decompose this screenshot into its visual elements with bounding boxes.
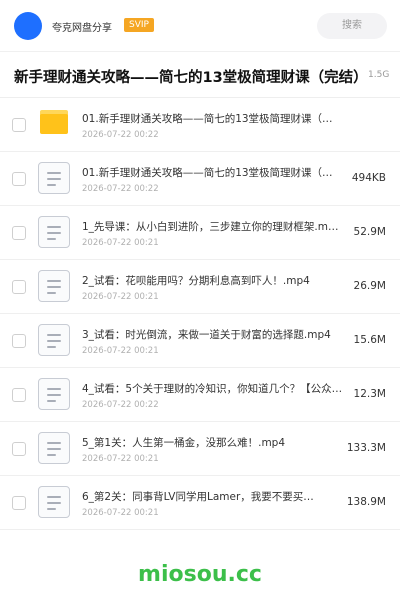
file-size: 138.9M [346, 496, 386, 508]
file-name: 5_第1关：人生第一桶金，没那么难！.mp4 [82, 437, 286, 449]
file-size: 52.9M [353, 226, 386, 238]
avatar[interactable] [14, 12, 42, 40]
file-name: 2_试看：花呗能用吗？分期利息高到吓人！.mp4 [82, 275, 310, 287]
folder-icon [40, 110, 68, 134]
user-name[interactable]: 夸克网盘分享 [52, 19, 112, 34]
file-size: 12.3M [353, 388, 386, 400]
document-icon [38, 432, 70, 464]
file-name: 01.新手理财通关攻略——简七的13堂极简理财课（… [82, 167, 333, 179]
file-date: 2026-07-22 00:22 [82, 130, 159, 140]
row-checkbox[interactable] [12, 280, 26, 294]
file-date: 2026-07-22 00:21 [82, 346, 159, 356]
top-bar: 夸克网盘分享 SVIP 搜索 [0, 0, 400, 52]
search-input[interactable]: 搜索 [317, 13, 387, 39]
row-checkbox[interactable] [12, 334, 26, 348]
row-checkbox[interactable] [12, 118, 26, 132]
share-title-row: 新手理财通关攻略——简七的13堂极简理财课（完结） 1.5G [0, 52, 400, 98]
list-item[interactable]: 4_试看：5个关于理财的冷知识，你知道几个？【公众… 2026-07-22 00… [0, 368, 400, 422]
file-name: 6_第2关：同事背LV同学用Lamer，我要不要买… [82, 491, 314, 503]
row-checkbox[interactable] [12, 226, 26, 240]
file-date: 2026-07-22 00:21 [82, 508, 159, 518]
list-item[interactable]: 01.新手理财通关攻略——简七的13堂极简理财课（… 2026-07-22 00… [0, 98, 400, 152]
file-name: 4_试看：5个关于理财的冷知识，你知道几个？【公众… [82, 383, 343, 395]
list-item[interactable]: 3_试看：时光倒流，来做一道关于财富的选择题.mp4 2026-07-22 00… [0, 314, 400, 368]
list-item[interactable]: 01.新手理财通关攻略——简七的13堂极简理财课（… 2026-07-22 00… [0, 152, 400, 206]
file-date: 2026-07-22 00:21 [82, 292, 159, 302]
row-checkbox[interactable] [12, 172, 26, 186]
list-item[interactable]: 2_试看：花呗能用吗？分期利息高到吓人！.mp4 2026-07-22 00:2… [0, 260, 400, 314]
file-size: 15.6M [353, 334, 386, 346]
svip-badge: SVIP [124, 18, 154, 32]
file-name: 01.新手理财通关攻略——简七的13堂极简理财课（… [82, 113, 333, 125]
document-icon [38, 162, 70, 194]
row-checkbox[interactable] [12, 388, 26, 402]
file-size: 133.3M [346, 442, 386, 454]
share-title: 新手理财通关攻略——简七的13堂极简理财课（完结） [14, 70, 366, 86]
document-icon [38, 270, 70, 302]
row-checkbox[interactable] [12, 496, 26, 510]
file-name: 1_先导课：从小白到进阶，三步建立你的理财框架.m… [82, 221, 339, 233]
file-name: 3_试看：时光倒流，来做一道关于财富的选择题.mp4 [82, 329, 331, 341]
document-icon [38, 486, 70, 518]
watermark-text: miosou.cc [138, 562, 262, 587]
document-icon [38, 378, 70, 410]
file-date: 2026-07-22 00:21 [82, 238, 159, 248]
document-icon [38, 324, 70, 356]
list-item[interactable]: 1_先导课：从小白到进阶，三步建立你的理财框架.m… 2026-07-22 00… [0, 206, 400, 260]
file-size: 26.9M [353, 280, 386, 292]
file-date: 2026-07-22 00:21 [82, 454, 159, 464]
share-size: 1.5G [368, 70, 390, 80]
list-item[interactable]: 5_第1关：人生第一桶金，没那么难！.mp4 2026-07-22 00:21 … [0, 422, 400, 476]
file-size: 494KB [351, 172, 386, 184]
row-checkbox[interactable] [12, 442, 26, 456]
document-icon [38, 216, 70, 248]
file-date: 2026-07-22 00:22 [82, 184, 159, 194]
file-date: 2026-07-22 00:22 [82, 400, 159, 410]
list-item[interactable]: 6_第2关：同事背LV同学用Lamer，我要不要买… 2026-07-22 00… [0, 476, 400, 530]
